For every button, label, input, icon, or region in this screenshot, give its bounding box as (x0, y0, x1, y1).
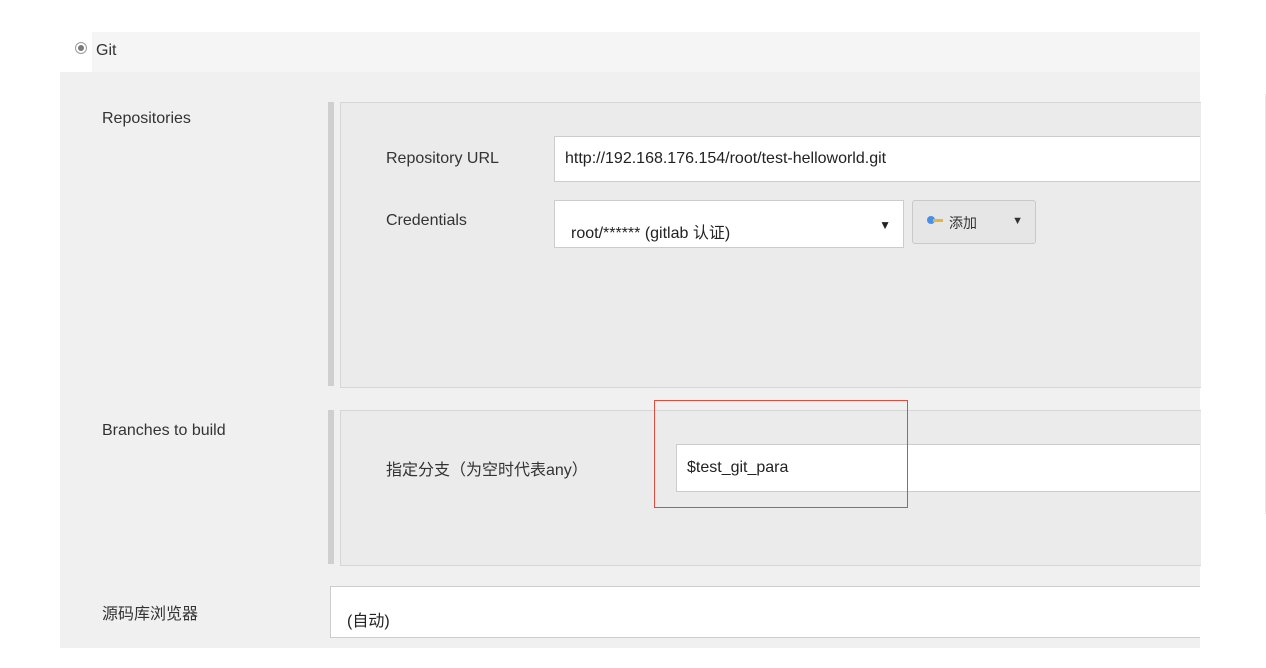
source-browser-label: 源码库浏览器 (102, 606, 199, 623)
git-option-label: Git (96, 42, 117, 59)
git-option-header (60, 32, 1200, 72)
branches-panel-bar (328, 410, 334, 564)
chevron-down-icon: ▼ (879, 218, 891, 232)
source-browser-select[interactable]: (自动) (330, 586, 1200, 638)
source-browser-value: (自动) (347, 613, 390, 630)
repository-url-label: Repository URL (386, 150, 499, 167)
branches-label: Branches to build (102, 422, 226, 439)
add-credentials-button[interactable]: 添加 ▼ (912, 200, 1036, 244)
repository-url-input[interactable] (554, 136, 1200, 182)
branch-specifier-label: 指定分支（为空时代表any） (386, 462, 588, 479)
repositories-panel-bar (328, 102, 334, 386)
add-button-label: 添加 (949, 215, 977, 231)
credentials-label: Credentials (386, 212, 467, 229)
credentials-select[interactable]: root/****** (gitlab 认证) ▼ (554, 200, 904, 248)
caret-down-icon: ▼ (1012, 215, 1023, 227)
branch-specifier-input[interactable] (676, 444, 1200, 492)
credentials-select-value: root/****** (gitlab 认证) (571, 225, 731, 242)
key-icon (927, 215, 943, 225)
git-radio-button[interactable] (75, 42, 87, 54)
repositories-label: Repositories (102, 110, 191, 127)
